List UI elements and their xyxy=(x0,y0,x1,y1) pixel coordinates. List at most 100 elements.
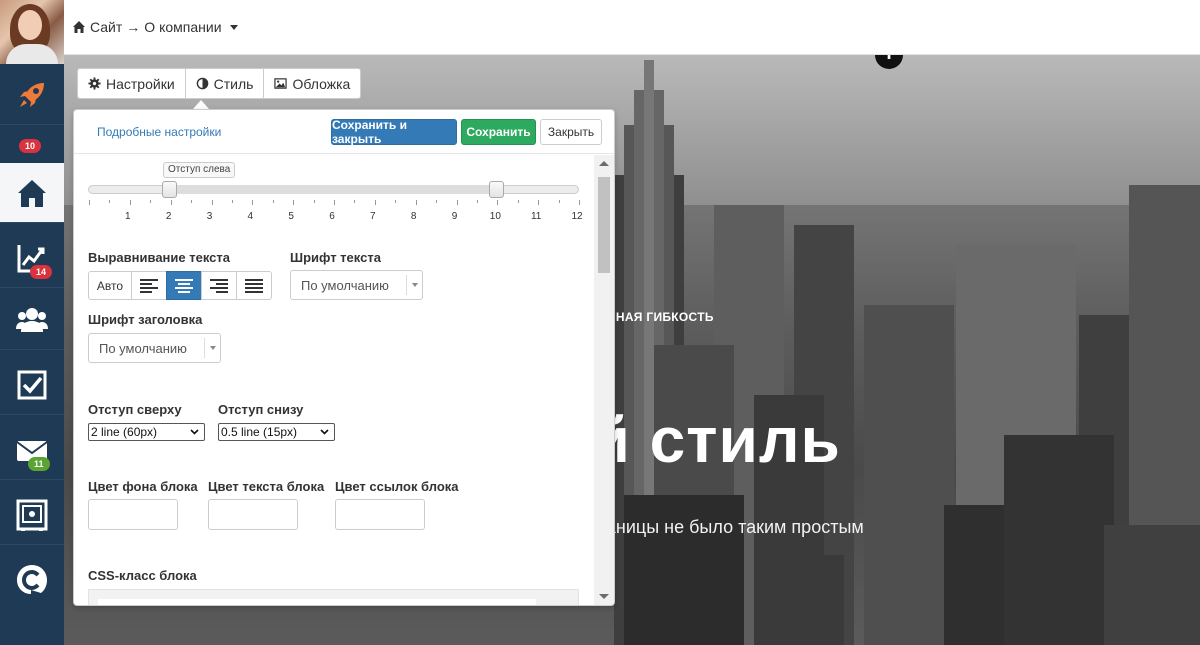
font-heading-select[interactable]: По умолчанию xyxy=(88,333,221,363)
sidebar-item-mail[interactable] xyxy=(0,420,64,480)
padding-top-label: Отступ сверху xyxy=(88,402,182,417)
chevron-down-icon xyxy=(204,338,220,358)
slider-tick xyxy=(579,200,580,205)
slider-tick xyxy=(150,200,152,203)
align-left-button[interactable] xyxy=(131,271,167,300)
tab-cover[interactable]: Обложка xyxy=(264,69,360,98)
contrast-icon xyxy=(196,77,208,90)
scroll-thumb[interactable] xyxy=(598,177,610,273)
slider-tick-label: 6 xyxy=(329,211,335,222)
sidebar-item-rocket[interactable] xyxy=(0,65,64,125)
font-text-value: По умолчанию xyxy=(301,277,389,293)
close-button[interactable]: Закрыть xyxy=(540,119,602,145)
sidebar-badge: 11 xyxy=(28,457,50,471)
slider-tick xyxy=(334,200,335,205)
left-sidebar: 10 14 11 xyxy=(0,0,64,645)
tab-style[interactable]: Стиль xyxy=(186,69,265,98)
align-auto-button[interactable]: Авто xyxy=(88,271,132,300)
padding-top-select[interactable]: 2 line (60px) xyxy=(88,423,205,441)
css-class-input-field[interactable] xyxy=(98,599,536,605)
slider-tick xyxy=(374,200,376,205)
slider-tick-label: 9 xyxy=(451,211,458,222)
slider-tick xyxy=(354,200,356,203)
slider-tick xyxy=(89,200,90,205)
breadcrumb-page[interactable]: О компании xyxy=(144,19,221,35)
sidebar-item-stats[interactable] xyxy=(0,228,64,288)
panel-body: Отступ слева 1 2 3 4 5 6 7 8 9 10 11 12 Выравнивани… xyxy=(74,155,614,605)
chevron-down-icon[interactable] xyxy=(229,24,238,30)
style-settings-panel: Подробные настройки Сохранить и закрыть … xyxy=(73,109,615,606)
sidebar-item-users[interactable] xyxy=(0,290,64,350)
slider-tick xyxy=(415,200,417,205)
slider-tick xyxy=(558,200,560,203)
text-color-input[interactable] xyxy=(208,499,298,530)
save-button[interactable]: Сохранить xyxy=(461,119,536,145)
slider-tick xyxy=(456,200,458,205)
sidebar-item-tasks[interactable] xyxy=(0,355,64,415)
align-center-button[interactable] xyxy=(166,271,202,300)
slider-tick xyxy=(517,200,519,203)
align-center-icon xyxy=(175,278,193,293)
plus-icon: + xyxy=(882,55,896,67)
gear-icon xyxy=(88,77,101,90)
slider-tick-label: 2 xyxy=(165,211,172,222)
tab-label: Обложка xyxy=(292,75,351,92)
breadcrumb[interactable]: Сайт → О компании xyxy=(72,19,238,35)
chevron-down-icon xyxy=(320,429,329,435)
slider-tick-label: 11 xyxy=(530,211,542,222)
slider-tick xyxy=(538,200,540,205)
sidebar-item-safe[interactable] xyxy=(0,485,64,545)
align-justify-button[interactable] xyxy=(236,271,272,300)
text-align-group: Авто xyxy=(88,271,272,300)
slider-tick xyxy=(252,200,254,205)
padding-bottom-select[interactable]: 0.5 line (15px) xyxy=(218,423,335,441)
link-color-input[interactable] xyxy=(335,499,425,530)
padding-bottom-label: Отступ снизу xyxy=(218,402,304,417)
slider-handle-high[interactable] xyxy=(489,181,504,198)
slider-tick-label: 7 xyxy=(370,211,376,222)
align-right-button[interactable] xyxy=(201,271,237,300)
link-color-label: Цвет ссылок блока xyxy=(335,479,459,494)
padding-bottom-value: 0.5 line (15px) xyxy=(221,425,298,439)
slider-tick-label: 3 xyxy=(206,211,213,222)
slider-tick-label: 12 xyxy=(571,211,583,222)
checkbox-icon xyxy=(17,370,47,399)
slider-tick xyxy=(395,200,397,203)
slider-tick xyxy=(476,200,478,203)
sidebar-item-home[interactable] xyxy=(0,163,64,223)
slider-tick-label: 5 xyxy=(288,211,294,222)
slider-tick xyxy=(109,200,111,203)
slider-tick-label: 10 xyxy=(489,211,501,222)
font-heading-value: По умолчанию xyxy=(99,340,187,356)
tab-settings[interactable]: Настройки xyxy=(78,69,186,98)
tab-label: Стиль xyxy=(213,75,254,92)
align-justify-icon xyxy=(245,278,263,293)
panel-scrollbar[interactable] xyxy=(594,155,614,605)
scroll-down-icon[interactable] xyxy=(599,594,609,599)
slider-handle-low[interactable] xyxy=(162,181,177,198)
sidebar-item-brand[interactable] xyxy=(0,550,64,610)
bg-color-input[interactable] xyxy=(88,499,178,530)
c-logo-icon xyxy=(17,565,47,594)
save-and-close-button[interactable]: Сохранить и закрыть xyxy=(331,118,457,146)
breadcrumb-site[interactable]: Сайт xyxy=(90,19,122,35)
font-text-label: Шрифт текста xyxy=(290,250,381,265)
align-right-icon xyxy=(210,278,228,293)
slider-tick xyxy=(293,200,295,205)
users-icon xyxy=(16,307,48,332)
slider-tick-label: 4 xyxy=(247,211,254,222)
chevron-down-icon xyxy=(190,429,199,435)
slider-tick xyxy=(231,200,233,203)
breadcrumb-arrow: → xyxy=(126,19,141,35)
text-color-label: Цвет текста блока xyxy=(208,479,325,494)
safe-icon xyxy=(16,499,48,531)
font-heading-label: Шрифт заголовка xyxy=(88,312,203,327)
avatar[interactable] xyxy=(0,0,64,64)
block-settings-tabs: Настройки Стиль Обложка xyxy=(77,68,362,99)
advanced-settings-link[interactable]: Подробные настройки xyxy=(97,125,221,139)
scroll-up-icon[interactable] xyxy=(599,161,609,166)
font-text-select[interactable]: По умолчанию xyxy=(290,270,423,300)
sidebar-badge: 10 xyxy=(19,139,42,153)
slider-tick xyxy=(436,200,438,203)
sidebar-badge: 14 xyxy=(30,265,53,279)
